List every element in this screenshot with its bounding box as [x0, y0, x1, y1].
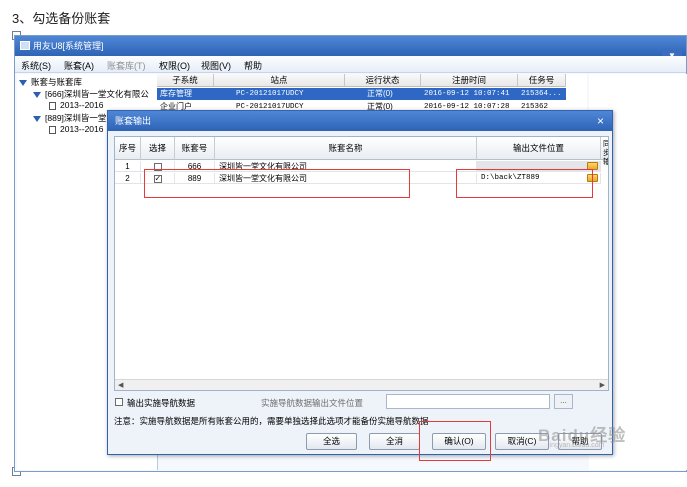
- menu-view[interactable]: 视图(V): [201, 59, 231, 72]
- dialog-title: 账套输出: [115, 116, 152, 126]
- ledger-icon: [49, 125, 56, 134]
- app-title: 用友U8[系统管理]: [33, 41, 104, 51]
- nav-path-input[interactable]: [386, 394, 550, 409]
- menubar: 系统(S) 账套(A) 账套库(T) 权限(O) 视图(V) 帮助: [15, 56, 686, 73]
- column-header[interactable]: 选择: [141, 137, 175, 160]
- expand-icon[interactable]: [33, 91, 41, 98]
- app-titlebar: 用友U8[系统管理]: [15, 36, 686, 56]
- table-cell[interactable]: 215364...: [518, 88, 566, 100]
- highlight-box-selected-row: [144, 169, 410, 198]
- account-export-dialog: 账套输出 × 序号 选择 账套号 账套名称 输出文件位置 同 步 输 1 666…: [107, 110, 613, 461]
- select-none-button[interactable]: 全消: [369, 433, 420, 450]
- menu-account[interactable]: 账套(A): [64, 59, 94, 72]
- nav-path-label: 实施导航数据输出文件位置: [261, 398, 364, 408]
- tree-root-label: 账套与账套库: [31, 77, 83, 87]
- tree-item-label: 2013--2016: [60, 124, 104, 134]
- dialog-titlebar[interactable]: 账套输出: [108, 111, 612, 131]
- nav-data-row: 输出实施导航数据 实施导航数据输出文件位置 ...: [114, 394, 609, 412]
- column-header-sync[interactable]: 同 步 输: [601, 137, 608, 166]
- browse-button[interactable]: ...: [554, 394, 573, 409]
- column-header[interactable]: 子系统: [157, 74, 214, 87]
- column-header[interactable]: 运行状态: [345, 74, 421, 87]
- step-title: 3、勾选备份账套: [12, 11, 111, 26]
- highlight-box-confirm: [419, 421, 491, 461]
- menu-help[interactable]: 帮助: [244, 59, 262, 72]
- expand-icon[interactable]: [33, 115, 41, 122]
- ledger-icon: [49, 101, 56, 110]
- tree-item-889-period[interactable]: 2013--2016: [49, 124, 103, 134]
- close-icon[interactable]: ×: [597, 111, 604, 131]
- column-header[interactable]: 输出文件位置: [477, 137, 601, 160]
- select-all-button[interactable]: 全选: [306, 433, 357, 450]
- watermark-url: jingyan.baidu.com: [548, 442, 605, 449]
- scroll-left-icon[interactable]: ◀: [118, 381, 123, 389]
- table-cell[interactable]: PC-20121017UDCY: [214, 88, 345, 100]
- tree-item-label: [666]深圳皆一堂文化有限公: [45, 89, 149, 99]
- highlight-box-output-path: [456, 169, 593, 198]
- tree-item-666[interactable]: [666]深圳皆一堂文化有限公: [33, 88, 149, 100]
- table-cell[interactable]: 库存管理: [157, 88, 214, 100]
- scroll-right-icon[interactable]: ▶: [600, 381, 605, 389]
- nav-data-checkbox[interactable]: [115, 398, 123, 406]
- table-cell[interactable]: 2016-09-12 10:07:41: [421, 88, 518, 100]
- menu-permission[interactable]: 权限(O): [159, 59, 190, 72]
- table-cell[interactable]: 正常(0): [345, 88, 421, 100]
- column-header[interactable]: 账套名称: [215, 137, 477, 160]
- tree-item-889[interactable]: [889]深圳皆一堂: [33, 112, 106, 124]
- horizontal-scrollbar[interactable]: ◀ ▶: [115, 379, 608, 390]
- menu-system[interactable]: 系统(S): [21, 59, 51, 72]
- nav-data-note: 注意：实施导航数据是所有账套公用的，需要单独选择此选项才能备份实施导航数据: [114, 416, 429, 426]
- tree-item-666-period[interactable]: 2013--2016: [49, 100, 103, 110]
- column-header[interactable]: 任务号: [518, 74, 566, 87]
- column-header[interactable]: 注册时间: [421, 74, 518, 87]
- menu-account-library[interactable]: 账套库(T): [107, 59, 146, 72]
- app-icon: [20, 41, 30, 50]
- column-header[interactable]: 序号: [115, 137, 141, 160]
- tree-item-label: 2013--2016: [60, 100, 104, 110]
- expand-icon[interactable]: [19, 79, 27, 86]
- tree-root[interactable]: 账套与账套库: [19, 76, 82, 88]
- tree-item-label: [889]深圳皆一堂: [45, 113, 107, 123]
- row-index: 2: [115, 173, 141, 184]
- column-header[interactable]: 账套号: [175, 137, 215, 160]
- row-index: 1: [115, 161, 141, 172]
- column-header[interactable]: 站点: [214, 74, 345, 87]
- nav-data-checkbox-label[interactable]: 输出实施导航数据: [127, 397, 195, 409]
